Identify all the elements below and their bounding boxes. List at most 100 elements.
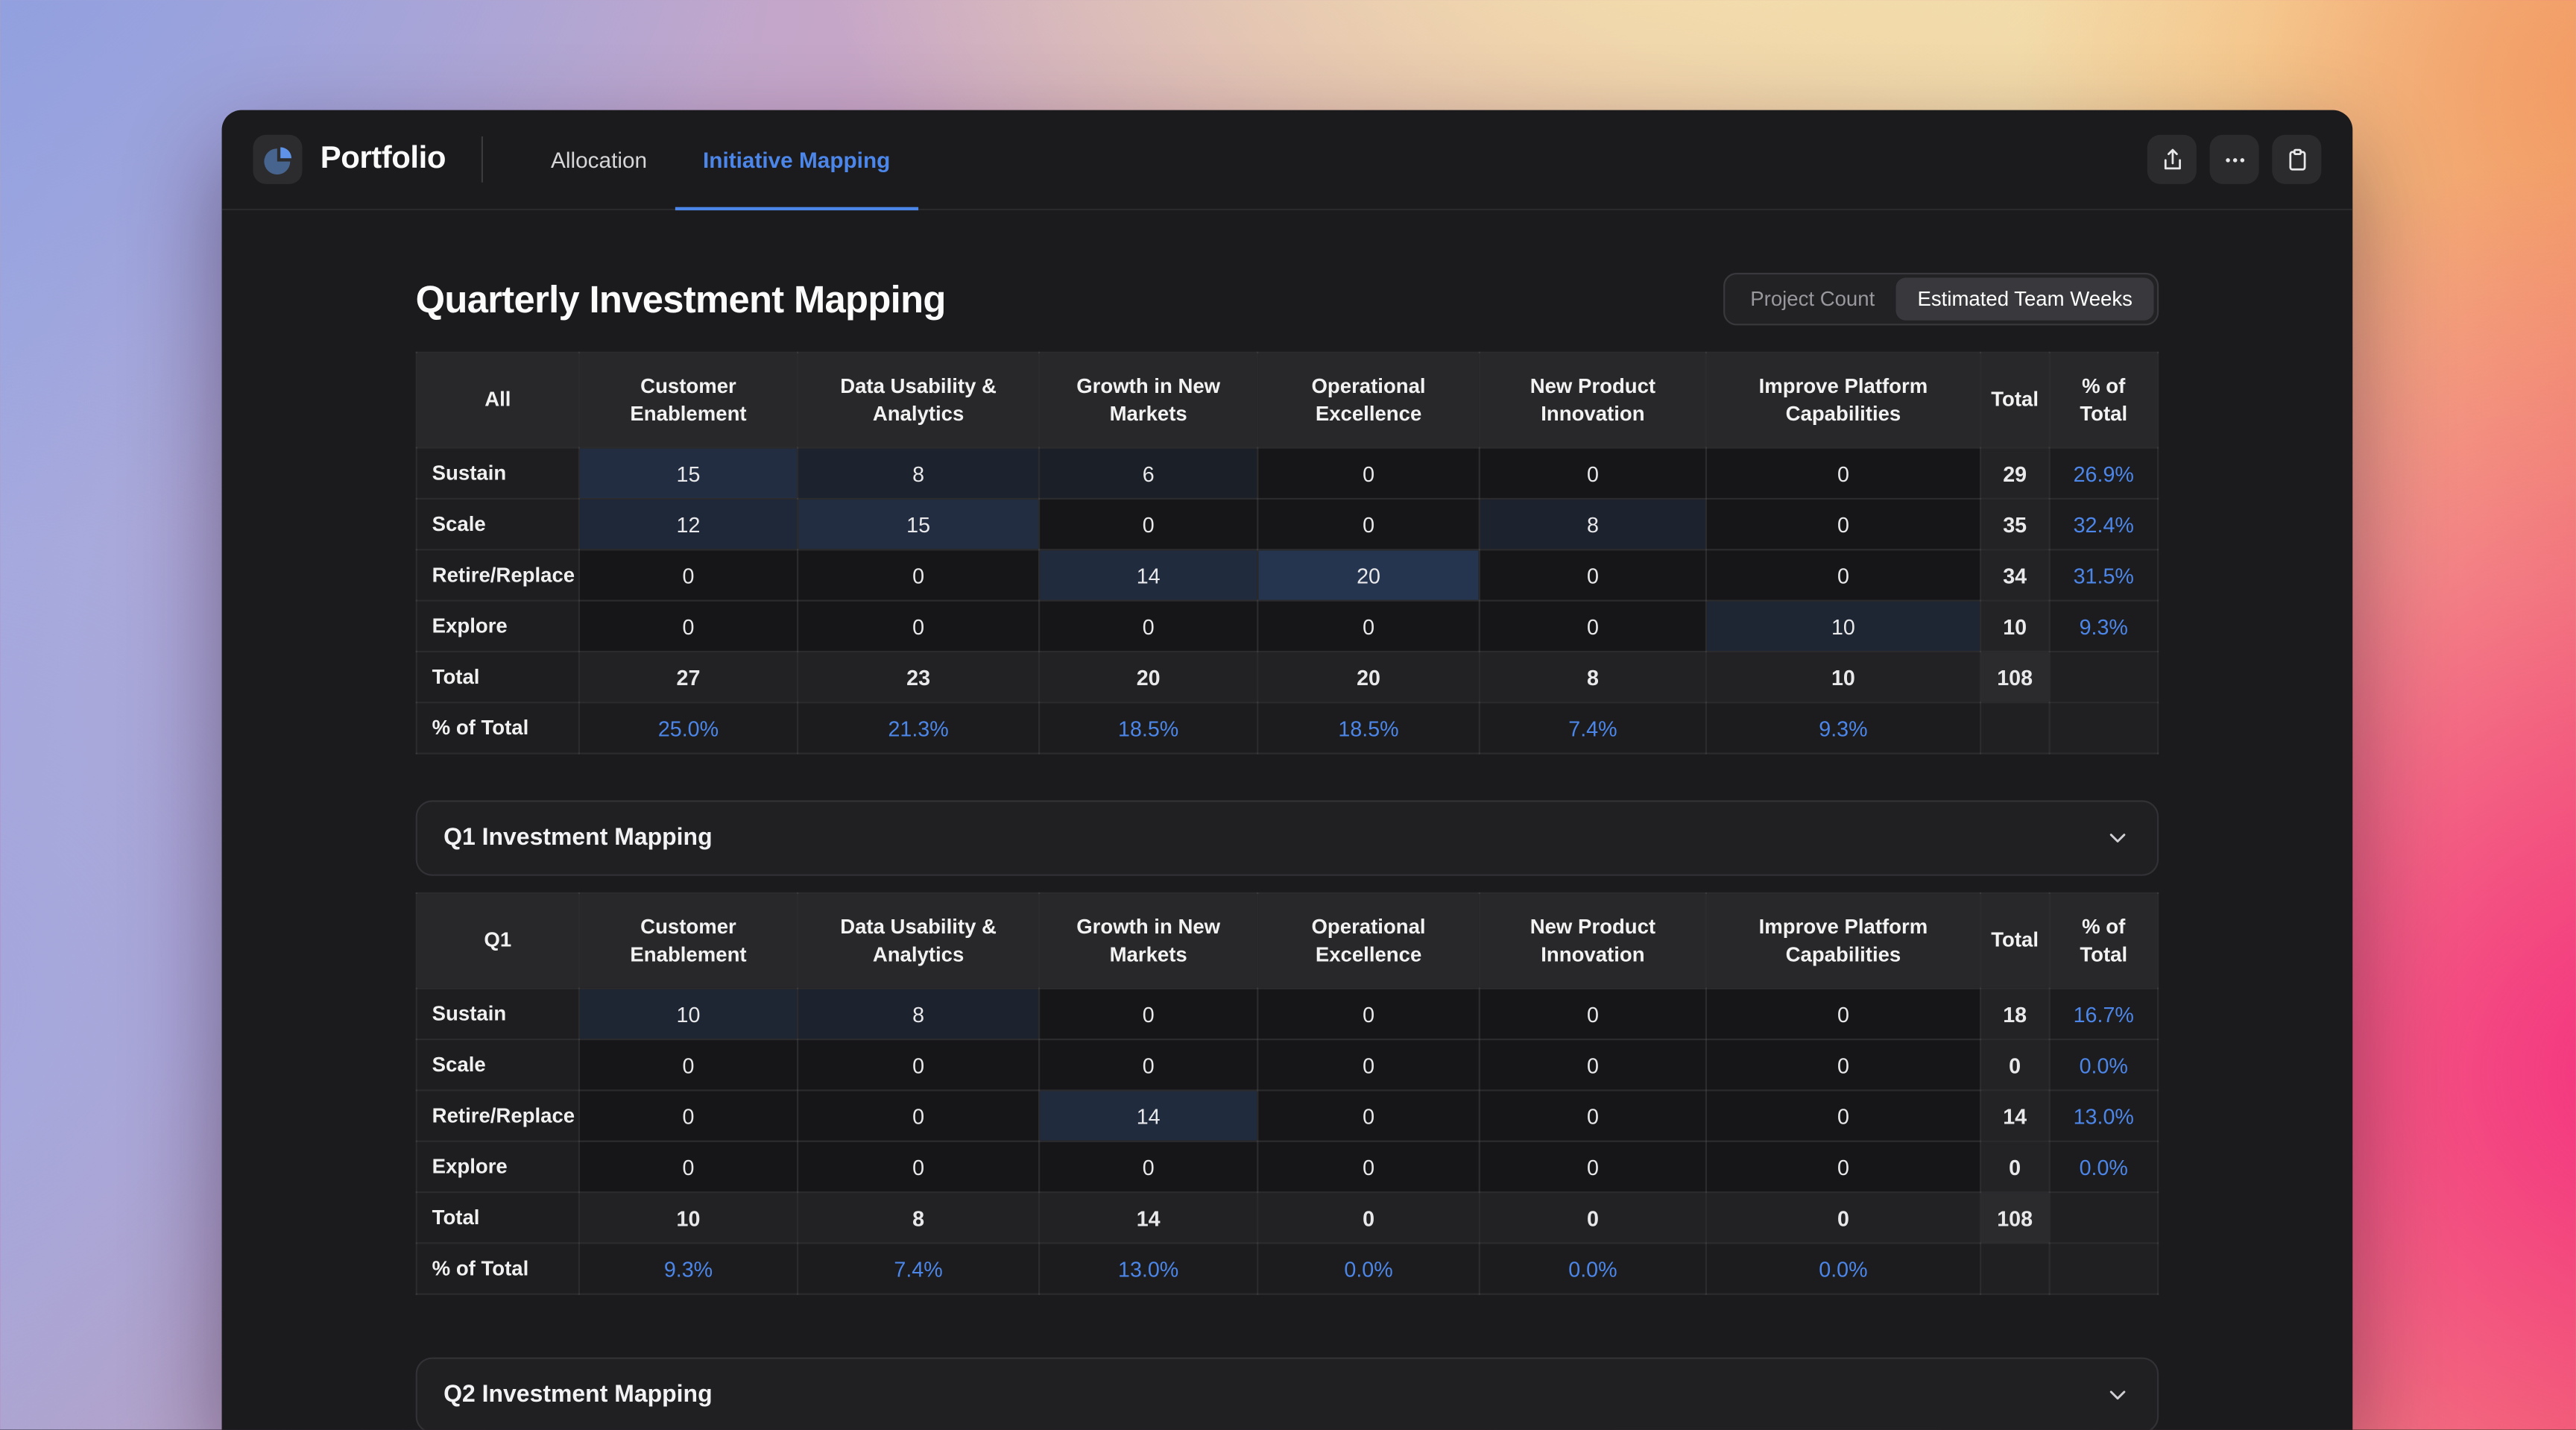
total-row: Total 10 8 14 0 0 0 108	[415, 1191, 2159, 1244]
title-row: Quarterly Investment Mapping Project Cou…	[416, 272, 2159, 326]
empty-cell	[1979, 1242, 2051, 1295]
row-total-cell: 35	[1979, 497, 2051, 551]
table-row: Retire/Replace 0 0 14 20 0 0 34 31.5%	[415, 549, 2159, 602]
section-header-q1[interactable]: Q1 Investment Mapping	[415, 800, 2159, 876]
pct-value-cell: 18.5%	[1257, 702, 1480, 755]
row-total-cell: 34	[1979, 549, 2051, 602]
row-total-cell: 18	[1979, 987, 2051, 1041]
pct-value-cell: 25.0%	[578, 702, 799, 755]
column-header: Customer Enablement	[578, 351, 799, 449]
row-label: Explore	[415, 599, 581, 653]
value-cell: 0	[1257, 497, 1480, 551]
section-title-q1: Q1 Investment Mapping	[443, 825, 713, 851]
table-row: Sustain 10 8 0 0 0 0 18 16.7%	[415, 987, 2159, 1041]
app-title: Portfolio	[320, 141, 446, 176]
value-cell: 0	[1257, 599, 1480, 653]
value-cell: 0	[578, 1038, 799, 1092]
desktop-gradient-background: Portfolio Allocation Initiative Mapping	[0, 0, 2576, 1430]
value-cell: 0	[796, 599, 1041, 653]
column-header: New Product Innovation	[1478, 892, 1708, 989]
value-cell: 0	[1038, 599, 1259, 653]
empty-cell	[2048, 702, 2159, 755]
toggle-estimated-team-weeks[interactable]: Estimated Team Weeks	[1895, 277, 2154, 321]
row-pct-cell: 0.0%	[2048, 1140, 2159, 1194]
value-cell: 0	[1478, 1038, 1708, 1092]
row-label: Scale	[415, 497, 581, 551]
tab-allocation[interactable]: Allocation	[523, 110, 675, 209]
total-value-cell: 27	[578, 650, 799, 704]
total-column-header: Total	[1979, 892, 2051, 989]
pct-value-cell: 13.0%	[1038, 1242, 1259, 1295]
value-cell: 0	[578, 549, 799, 602]
value-cell: 0	[578, 1089, 799, 1142]
corner-header: Q1	[415, 892, 581, 989]
clipboard-icon	[2288, 148, 2305, 170]
value-cell: 20	[1257, 549, 1480, 602]
total-value-cell: 8	[1478, 650, 1708, 704]
pct-value-cell: 0.0%	[1257, 1242, 1480, 1295]
header-row: Q1 Customer Enablement Data Usability & An…	[415, 892, 2159, 989]
app-header: Portfolio Allocation Initiative Mapping	[221, 110, 2353, 211]
value-cell: 0	[1478, 1089, 1708, 1142]
column-header: Data Usability & Analytics	[796, 351, 1041, 449]
row-label: Scale	[415, 1038, 581, 1092]
row-pct-cell: 32.4%	[2048, 497, 2159, 551]
pct-column-header: % of Total	[2048, 892, 2159, 989]
row-total-cell: 0	[1979, 1038, 2051, 1092]
value-cell: 0	[1257, 1140, 1480, 1194]
column-header: Improve Platform Capabilities	[1705, 892, 1982, 989]
row-pct-cell: 0.0%	[2048, 1038, 2159, 1092]
tab-bar: Allocation Initiative Mapping	[523, 110, 918, 211]
value-cell: 14	[1038, 549, 1259, 602]
view-mode-toggle: Project Count Estimated Team Weeks	[1724, 272, 2159, 326]
pie-chart-icon	[263, 146, 291, 174]
chevron-down-icon[interactable]	[2104, 825, 2130, 851]
value-cell: 0	[796, 1140, 1041, 1194]
screenshot-viewport: Portfolio Allocation Initiative Mapping	[0, 0, 2576, 1430]
column-header: Improve Platform Capabilities	[1705, 351, 1982, 449]
grand-total-cell: 108	[1979, 1191, 2051, 1244]
column-header: New Product Innovation	[1478, 351, 1708, 449]
value-cell: 0	[1478, 549, 1708, 602]
pct-value-cell: 21.3%	[796, 702, 1041, 755]
investment-matrix-all: All Customer Enablement Data Usability & A…	[415, 351, 2159, 755]
tab-initiative-mapping[interactable]: Initiative Mapping	[675, 110, 918, 211]
total-value-cell: 0	[1705, 1191, 1982, 1244]
value-cell: 14	[1038, 1089, 1259, 1142]
total-row-label: Total	[415, 650, 581, 704]
app-logo	[253, 134, 303, 184]
value-cell: 0	[1478, 599, 1708, 653]
value-cell: 0	[1257, 1089, 1480, 1142]
chevron-down-icon[interactable]	[2104, 1382, 2130, 1408]
column-header: Data Usability & Analytics	[796, 892, 1041, 989]
row-total-cell: 14	[1979, 1089, 2051, 1142]
value-cell: 0	[578, 1140, 799, 1194]
value-cell: 0	[1705, 1089, 1982, 1142]
value-cell: 0	[796, 1038, 1041, 1092]
tab-allocation-label: Allocation	[551, 147, 648, 172]
total-value-cell: 20	[1038, 650, 1259, 704]
total-value-cell: 10	[1705, 650, 1982, 704]
total-row-label: Total	[415, 1191, 581, 1244]
column-header: Operational Excellence	[1257, 892, 1480, 989]
total-column-header: Total	[1979, 351, 2051, 449]
row-label: Explore	[415, 1140, 581, 1194]
section-header-q2[interactable]: Q2 Investment Mapping	[415, 1357, 2159, 1430]
clipboard-button[interactable]	[2272, 134, 2322, 184]
pct-row: % of Total 9.3% 7.4% 13.0% 0.0% 0.0% 0.0%	[415, 1242, 2159, 1295]
row-label: Retire/Replace	[415, 1089, 581, 1142]
column-header: Growth in New Markets	[1038, 892, 1259, 989]
value-cell: 0	[1705, 549, 1982, 602]
toggle-project-count[interactable]: Project Count	[1729, 277, 1896, 320]
value-cell: 15	[578, 447, 799, 500]
value-cell: 0	[796, 1089, 1041, 1142]
value-cell: 8	[796, 447, 1041, 500]
table-row: Explore 0 0 0 0 0 10 10 9.3%	[415, 599, 2159, 653]
value-cell: 8	[796, 987, 1041, 1041]
share-button[interactable]	[2147, 134, 2197, 184]
value-cell: 0	[1705, 1140, 1982, 1194]
column-header: Growth in New Markets	[1038, 351, 1259, 449]
value-cell: 10	[578, 987, 799, 1041]
main-content: Quarterly Investment Mapping Project Cou…	[222, 272, 2353, 1430]
more-button[interactable]	[2209, 134, 2259, 184]
